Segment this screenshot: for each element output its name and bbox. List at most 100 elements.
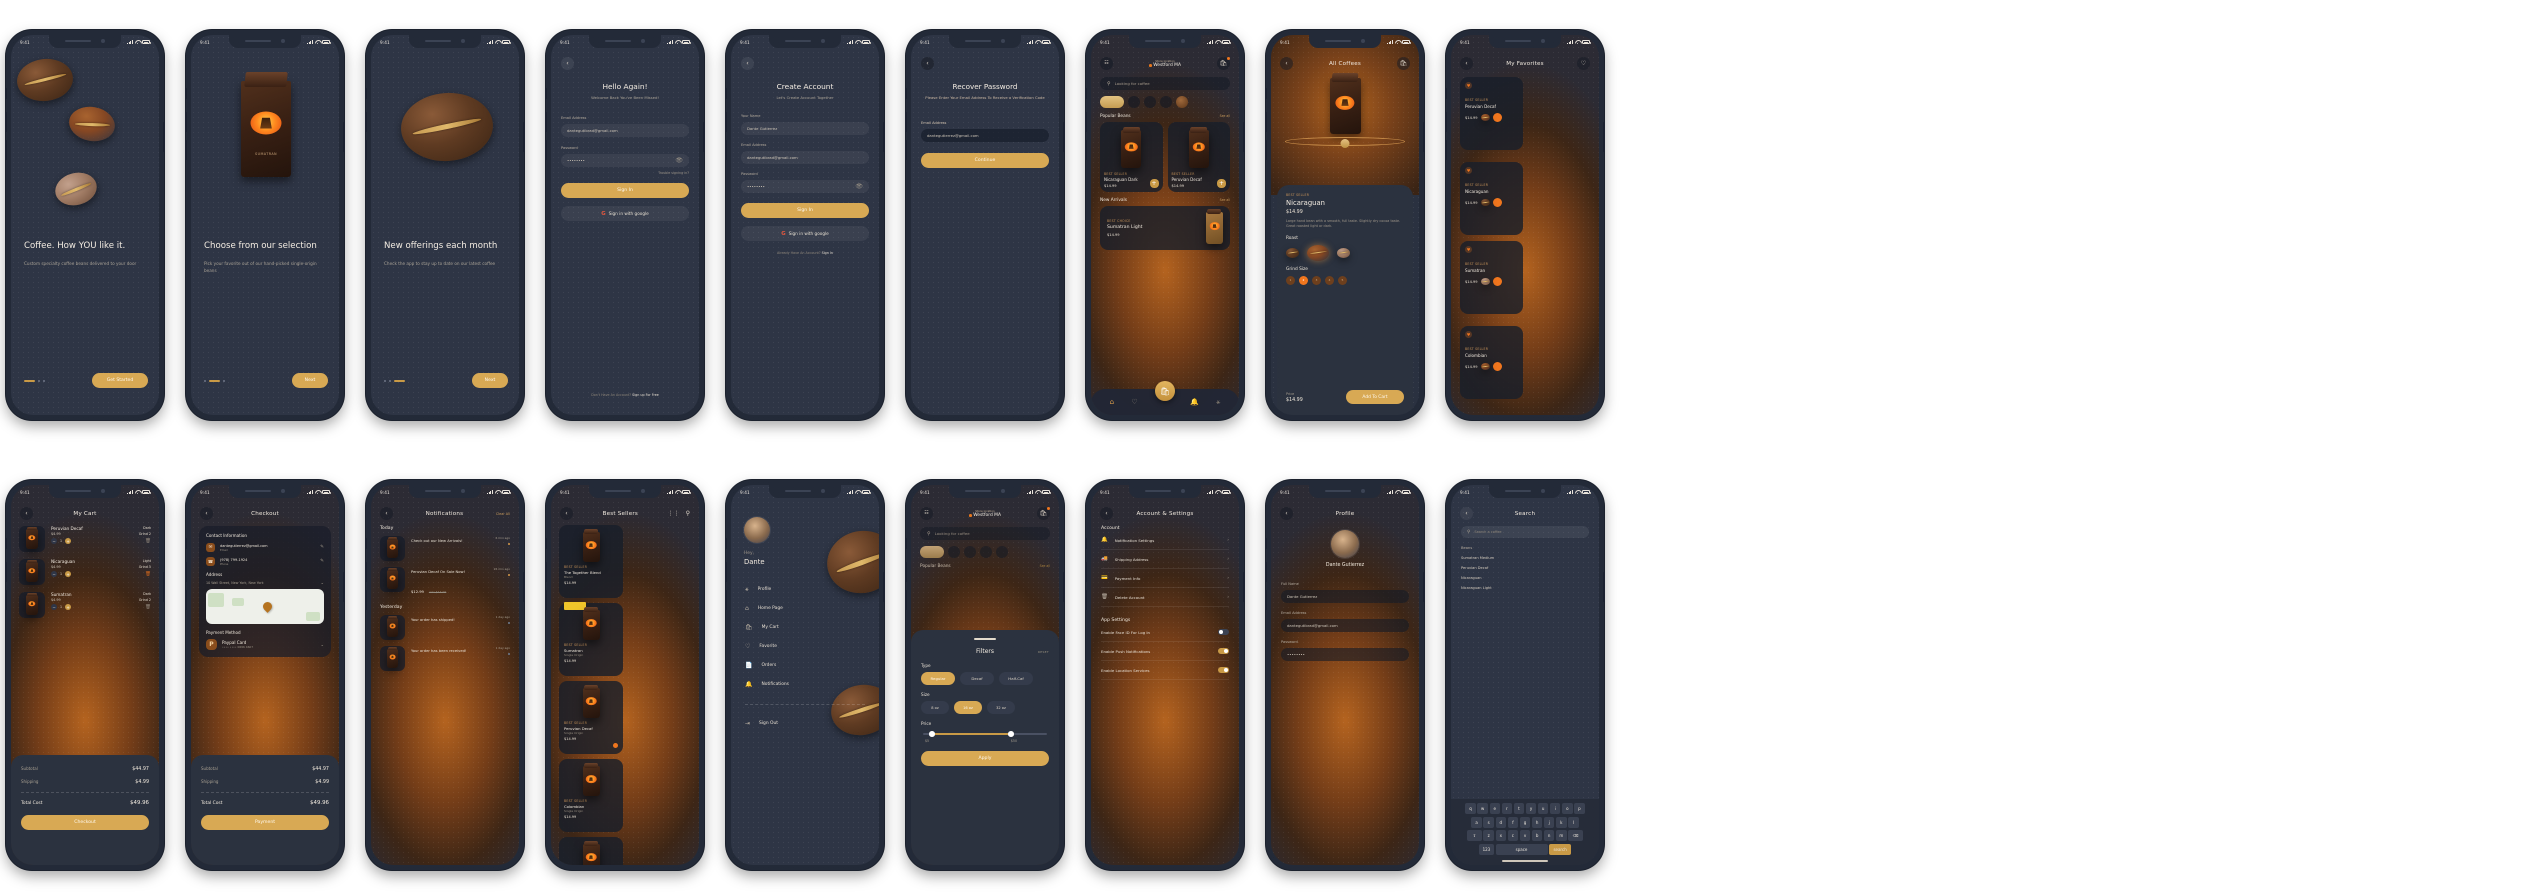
favorite-heart-icon[interactable]: ♥	[1465, 246, 1472, 253]
cart-button[interactable]: 🛍	[1216, 56, 1231, 70]
sidebar-item-orders[interactable]: 📄 Orders	[745, 656, 879, 675]
password-field[interactable]: •••••••• 👁	[561, 154, 689, 167]
payment-button[interactable]: Payment	[201, 815, 329, 830]
contact-email-row[interactable]: ✉ dantegutierrez@gmail.com Email ✎	[206, 543, 324, 552]
product-card[interactable]: BEST SELLER Nicaraguan Dark $14.99 +	[1100, 122, 1163, 192]
edit-email-icon[interactable]: ✎	[320, 545, 324, 550]
settings-item-payment[interactable]: 💳 Payment Info ›	[1101, 569, 1229, 587]
key-c[interactable]: c	[1507, 830, 1519, 842]
reset-button[interactable]: RESET	[1038, 650, 1049, 654]
settings-toggle-push[interactable]: Enable Push Notifications	[1101, 642, 1229, 660]
key-backspace[interactable]: ⌫	[1568, 830, 1584, 842]
next-button[interactable]: Next	[292, 373, 328, 388]
eye-off-icon[interactable]: 👁	[855, 183, 863, 190]
checkout-button[interactable]: Checkout	[21, 815, 149, 830]
favorite-heart-icon[interactable]: ♥	[1465, 82, 1472, 89]
tab-notifications-icon[interactable]: 🔔	[1190, 398, 1199, 406]
see-all-popular-link[interactable]: See all	[1220, 114, 1230, 118]
back-button[interactable]: ‹	[1460, 507, 1473, 520]
see-all-new-link[interactable]: See all	[1220, 198, 1230, 202]
back-button[interactable]: ‹	[1280, 57, 1293, 70]
next-button[interactable]: Next	[472, 373, 508, 388]
notification-row[interactable]: Check out our New Arrivals! 6 min ago	[380, 536, 510, 561]
clear-all-button[interactable]: Clear All	[496, 512, 510, 516]
favorite-card[interactable]: ♥ BEST SELLER Peruvian Decaf $14.99	[1460, 77, 1523, 150]
key-g[interactable]: g	[1519, 816, 1531, 828]
key-i[interactable]: i	[1549, 803, 1561, 815]
size-option-32oz[interactable]: 32 oz	[987, 701, 1015, 714]
email-field[interactable]: dantegutierrez@gmail.com	[921, 129, 1049, 142]
signup-footer-link[interactable]: Sign up For Free	[632, 393, 659, 397]
key-shift[interactable]: ⇧	[1466, 830, 1482, 842]
roast-option-light[interactable]	[1337, 247, 1350, 258]
search-result-item[interactable]: Nicaraguan Light	[1461, 586, 1589, 590]
back-button[interactable]: ‹	[561, 57, 574, 70]
favorite-card[interactable]: ♥ BEST SELLER Colombian $14.99	[1460, 326, 1523, 399]
key-a[interactable]: a	[1471, 816, 1482, 828]
contact-phone-row[interactable]: ☎ (978) 799-1924 Phone ✎	[206, 557, 324, 566]
location-services-toggle[interactable]	[1218, 667, 1229, 673]
name-field[interactable]: Dante Gutierrez	[1281, 590, 1409, 603]
google-sign-in-button[interactable]: G Sign in with google	[561, 206, 689, 221]
tab-home-icon[interactable]: ⌂	[1110, 398, 1114, 406]
carousel-indicator[interactable]	[1340, 138, 1350, 148]
delete-item-icon[interactable]: 🗑	[139, 539, 151, 544]
sign-in-button[interactable]: Sign In	[561, 183, 689, 198]
key-f[interactable]: f	[1507, 816, 1519, 828]
tab-favorites-icon[interactable]: ♡	[1131, 398, 1137, 406]
add-to-cart-button[interactable]	[1492, 198, 1502, 207]
menu-grid-icon[interactable]: ☷	[1100, 57, 1113, 70]
cart-button[interactable]: 🛍	[1036, 506, 1051, 520]
menu-grid-icon[interactable]: ☷	[920, 507, 933, 520]
delete-item-icon[interactable]: 🗑	[139, 572, 151, 577]
key-o[interactable]: o	[1562, 803, 1573, 815]
sidebar-item-notifications[interactable]: 🔔 Notifications	[745, 675, 879, 694]
add-to-cart-button[interactable]: Add To Cart	[1346, 390, 1404, 404]
category-chip-bean[interactable]	[1176, 96, 1188, 108]
search-result-item[interactable]: Sumatran Medium	[1461, 556, 1589, 560]
chevron-down-icon[interactable]: ⌄	[320, 642, 324, 647]
add-to-cart-button[interactable]: +	[1217, 179, 1226, 188]
favorite-card[interactable]: ♥ BEST SELLER Nicaraguan $14.99	[1460, 162, 1523, 235]
key-w[interactable]: w	[1477, 803, 1488, 815]
sidebar-item-profile[interactable]: ⚹ Profile	[745, 580, 879, 599]
back-button[interactable]: ‹	[1280, 507, 1293, 520]
sidebar-item-favorite[interactable]: ♡ Favorite	[745, 637, 879, 656]
price-range-slider[interactable]	[921, 730, 1049, 739]
product-card[interactable]: BEST SELLER The Together Blend Blend $14…	[559, 525, 623, 598]
key-space[interactable]: space	[1495, 843, 1548, 855]
avatar[interactable]	[744, 517, 770, 543]
continue-button[interactable]: Continue	[921, 153, 1049, 168]
category-chip[interactable]	[964, 546, 976, 558]
google-sign-in-button[interactable]: G Sign in with google	[741, 226, 869, 241]
back-button[interactable]: ‹	[921, 57, 934, 70]
key-b[interactable]: b	[1531, 830, 1543, 842]
back-button[interactable]: ‹	[741, 57, 754, 70]
key-h[interactable]: h	[1531, 816, 1543, 828]
product-card[interactable]: BEST SELLER Peruvian Decaf $14.99 +	[1167, 122, 1230, 192]
email-field[interactable]: dantegutibrad@gmail.com	[741, 151, 869, 164]
sidebar-item-cart[interactable]: 🛍 My Cart	[745, 618, 879, 637]
grind-option-2-selected[interactable]: 2	[1299, 275, 1308, 285]
key-k[interactable]: k	[1556, 816, 1567, 828]
settings-item-shipping[interactable]: 🚚 Shipping Address ›	[1101, 550, 1229, 568]
product-card[interactable]: BEST SELLER Peruvian Decaf Single Origin…	[559, 681, 623, 754]
notification-row[interactable]: Peruvian Decaf On Sale Now! $12.99 was $…	[380, 567, 510, 597]
favorites-icon[interactable]: ♡	[1577, 57, 1590, 70]
category-chip-selected[interactable]	[920, 546, 944, 558]
search-result-item[interactable]: Peruvian Decaf	[1461, 566, 1589, 570]
notification-row[interactable]: Your order has been received! 1 day ago	[380, 645, 510, 671]
search-input[interactable]: ⚲ Looking for coffee	[1100, 77, 1230, 90]
key-l[interactable]: l	[1568, 816, 1579, 828]
grind-option-1[interactable]: 1	[1286, 275, 1295, 285]
category-chip[interactable]	[980, 546, 992, 558]
sidebar-item-sign-out[interactable]: ⇥ Sign Out	[745, 714, 879, 733]
notification-row[interactable]: Your order has shipped! 1 day ago	[380, 614, 510, 640]
roast-option-medium-selected[interactable]	[1307, 244, 1329, 261]
category-chip[interactable]	[1160, 96, 1172, 108]
sign-in-button[interactable]: Sign In	[741, 203, 869, 218]
key-t[interactable]: t	[1513, 803, 1525, 815]
password-field[interactable]: ••••••••	[1281, 648, 1409, 661]
address-row[interactable]: 10 Wall Street, New York, New York ⌄	[206, 580, 324, 585]
qty-decrement-button[interactable]: −	[51, 604, 57, 610]
